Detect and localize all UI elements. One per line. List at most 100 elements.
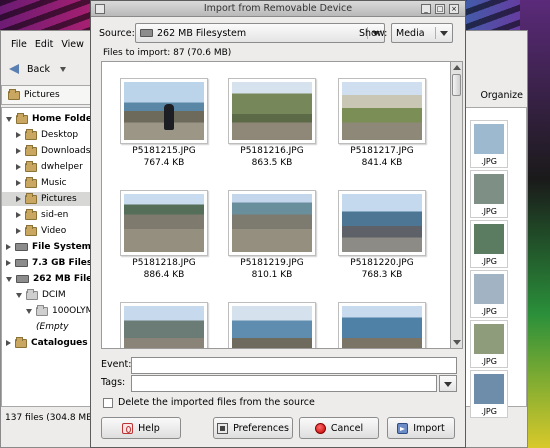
photo-thumbnail[interactable]: P5181218.JPG 886.4 KB: [120, 190, 208, 290]
photo-thumbnail[interactable]: P5181220.JPG 768.3 KB: [338, 190, 426, 290]
folder-icon: [26, 288, 38, 300]
photo-thumbnail[interactable]: P5181216.JPG 863.5 KB: [228, 78, 316, 178]
background-photo-thumb[interactable]: .JPG: [470, 370, 508, 418]
tree-item[interactable]: Home Folder: [6, 112, 96, 126]
tree-item[interactable]: Desktop: [16, 128, 78, 142]
event-input[interactable]: [131, 357, 457, 374]
photo-thumbnail[interactable]: P5181215.JPG 767.4 KB: [120, 78, 208, 178]
photo-caption: .JPG: [481, 357, 497, 366]
expander-open-icon[interactable]: [26, 308, 32, 314]
expander-closed-icon[interactable]: [16, 180, 21, 186]
photo-thumbnail[interactable]: P5181219.JPG 810.1 KB: [228, 190, 316, 290]
tags-input[interactable]: [131, 375, 437, 392]
background-photo-thumb[interactable]: .JPG: [470, 120, 508, 168]
tree-item[interactable]: Catalogues: [6, 336, 88, 350]
tree-item[interactable]: dwhelper: [16, 160, 83, 174]
tree-item-label: Pictures: [41, 194, 77, 204]
organize-label: Organize: [480, 89, 523, 101]
photo-caption: .JPG: [481, 157, 497, 166]
file-name: P5181220.JPG: [350, 258, 414, 268]
expander-closed-icon[interactable]: [16, 148, 21, 154]
back-button[interactable]: Back: [9, 63, 67, 75]
expander-closed-icon[interactable]: [6, 260, 11, 266]
photo-thumbnail[interactable]: P5181217.JPG 841.4 KB: [338, 78, 426, 178]
scrollbar-thumb[interactable]: [452, 74, 461, 96]
expander-closed-icon[interactable]: [6, 340, 11, 346]
vertical-scrollbar[interactable]: [451, 61, 463, 349]
import-button[interactable]: Import: [387, 417, 455, 439]
photo-image: [342, 306, 422, 348]
dialog-titlebar[interactable]: Import from Removable Device _ □ ×: [91, 1, 465, 17]
tree-item-label: sid-en: [41, 210, 69, 220]
expander-open-icon[interactable]: [16, 292, 22, 298]
delete-option[interactable]: Delete the imported files from the sourc…: [103, 397, 315, 408]
source-combo[interactable]: 262 MB Filesystem: [135, 23, 385, 43]
tree-item[interactable]: Pictures: [2, 192, 92, 206]
expander-closed-icon[interactable]: [16, 164, 21, 170]
help-button[interactable]: Help: [101, 417, 181, 439]
expander-open-icon[interactable]: [6, 276, 12, 282]
event-label: Event:: [101, 359, 132, 370]
background-photo-thumb[interactable]: .JPG: [470, 220, 508, 268]
file-name: P5181219.JPG: [240, 258, 304, 268]
chevron-down-icon[interactable]: [60, 66, 67, 72]
tree-item-label: DCIM: [42, 290, 66, 300]
photo-image: [342, 82, 422, 140]
file-size: 768.3 KB: [361, 270, 403, 280]
background-photo-thumb[interactable]: .JPG: [470, 170, 508, 218]
tree-item[interactable]: sid-en: [16, 208, 68, 222]
thumbnail-grid[interactable]: P5181215.JPG 767.4 KB P5181216.JPG 863.5 KB…: [101, 61, 451, 349]
delete-checkbox[interactable]: [103, 397, 113, 408]
file-size: 863.5 KB: [251, 158, 293, 168]
tree-item[interactable]: Downloads: [16, 144, 90, 158]
photo-image: [474, 324, 504, 354]
background-photo-grid[interactable]: .JPG .JPG .JPG .JPG .JPG .JPG: [463, 107, 527, 418]
photo-thumbnail[interactable]: [120, 302, 208, 348]
expander-closed-icon[interactable]: [16, 228, 21, 234]
minimize-icon[interactable]: _: [421, 4, 431, 14]
cancel-button[interactable]: Cancel: [299, 417, 379, 439]
expander-closed-icon[interactable]: [6, 244, 11, 250]
close-icon[interactable]: ×: [449, 4, 459, 14]
tree-item[interactable]: 100OLYMP: [26, 304, 99, 318]
tree-item[interactable]: 262 MB Files: [6, 272, 98, 286]
photo-frame: [228, 190, 316, 256]
show-label: Show:: [359, 28, 388, 39]
maximize-icon[interactable]: □: [435, 4, 445, 14]
tree-item[interactable]: DCIM: [16, 288, 66, 302]
background-photo-thumb[interactable]: .JPG: [470, 320, 508, 368]
photo-frame: [338, 190, 426, 256]
tags-dropdown-button[interactable]: [439, 375, 457, 392]
preferences-label: Preferences: [233, 422, 289, 434]
folder-icon: [25, 144, 37, 156]
menu-view[interactable]: View: [61, 39, 84, 57]
expander-open-icon[interactable]: [6, 116, 12, 122]
scroll-down-icon[interactable]: [453, 340, 461, 345]
expander-closed-icon[interactable]: [16, 212, 21, 218]
folder-icon: [8, 88, 20, 100]
scroll-up-icon[interactable]: [453, 65, 461, 70]
photo-image: [232, 82, 312, 140]
preferences-button[interactable]: Preferences: [213, 417, 293, 439]
cancel-icon: [314, 422, 326, 434]
folder-tree[interactable]: Home Folder Desktop Downloads dwhelper Music…: [1, 107, 99, 407]
chevron-down-icon: [440, 31, 448, 36]
photo-thumbnail[interactable]: [228, 302, 316, 348]
photo-thumbnail[interactable]: [338, 302, 426, 348]
event-row: Event:: [99, 357, 459, 374]
tree-item[interactable]: Music: [16, 176, 67, 190]
photo-frame: [228, 78, 316, 144]
location-bar[interactable]: Pictures: [1, 85, 95, 105]
menu-file[interactable]: File: [11, 39, 27, 57]
tree-item[interactable]: File System: [6, 240, 91, 254]
background-photo-thumb[interactable]: .JPG: [470, 270, 508, 318]
organize-header[interactable]: Organize: [463, 85, 527, 105]
show-combo[interactable]: Media: [391, 23, 453, 43]
tree-item[interactable]: (Empty: [36, 320, 69, 334]
menu-edit[interactable]: Edit: [35, 39, 53, 57]
files-to-import-count: Files to import: 87 (70.6 MB): [103, 48, 232, 58]
tree-item[interactable]: 7.3 GB Filesy: [6, 256, 98, 270]
tree-item[interactable]: Video: [16, 224, 66, 238]
expander-closed-icon[interactable]: [16, 132, 21, 138]
expander-closed-icon[interactable]: [16, 196, 21, 202]
